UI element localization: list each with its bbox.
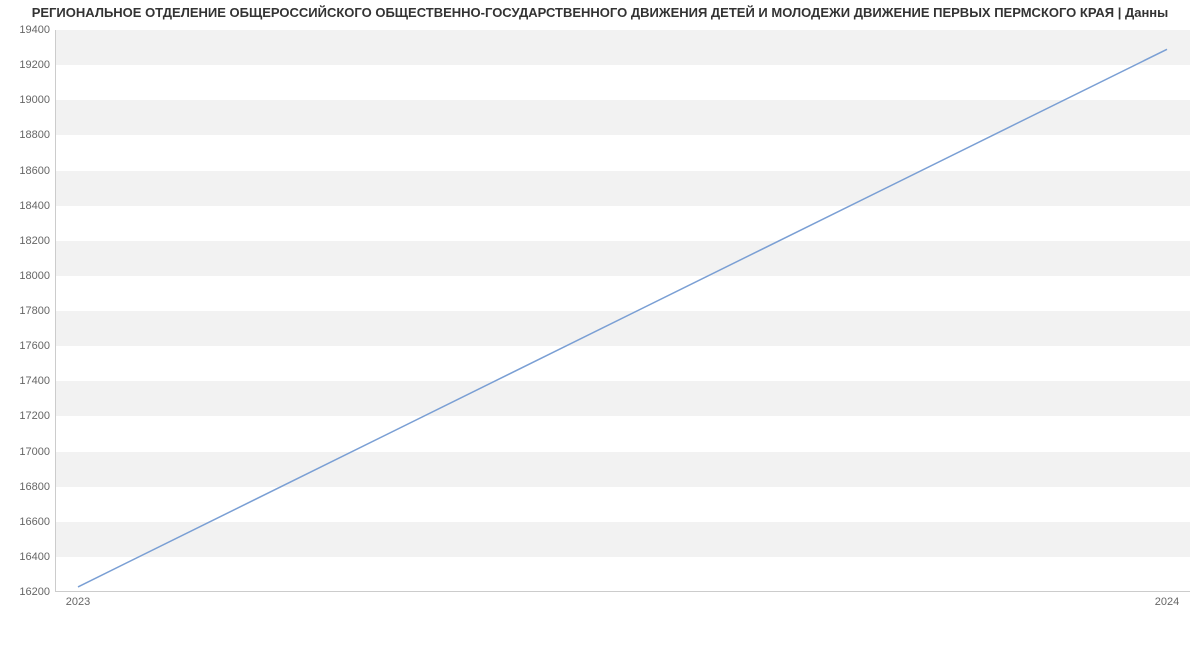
grid-band <box>56 30 1190 65</box>
grid-band <box>56 522 1190 557</box>
y-tick-label: 16800 <box>5 481 50 493</box>
y-tick-label: 19200 <box>5 59 50 71</box>
y-tick-label: 18600 <box>5 165 50 177</box>
y-tick-label: 17200 <box>5 410 50 422</box>
y-tick-label: 17800 <box>5 305 50 317</box>
y-tick-label: 17400 <box>5 375 50 387</box>
chart-title: РЕГИОНАЛЬНОЕ ОТДЕЛЕНИЕ ОБЩЕРОССИЙСКОГО О… <box>0 5 1200 20</box>
y-tick-label: 18400 <box>5 200 50 212</box>
grid-band <box>56 311 1190 346</box>
y-tick-label: 18200 <box>5 235 50 247</box>
y-tick-label: 16600 <box>5 516 50 528</box>
y-tick-label: 19000 <box>5 94 50 106</box>
grid-band <box>56 171 1190 206</box>
x-tick-label: 2023 <box>66 596 90 608</box>
y-tick-label: 19400 <box>5 24 50 36</box>
y-tick-label: 17000 <box>5 446 50 458</box>
y-tick-label: 18000 <box>5 270 50 282</box>
grid-band <box>56 452 1190 487</box>
plot-area <box>55 30 1190 592</box>
y-tick-label: 18800 <box>5 129 50 141</box>
grid-band <box>56 381 1190 416</box>
grid-band <box>56 241 1190 276</box>
chart-container: РЕГИОНАЛЬНОЕ ОТДЕЛЕНИЕ ОБЩЕРОССИЙСКОГО О… <box>0 0 1200 650</box>
x-tick-label: 2024 <box>1155 596 1179 608</box>
grid-band <box>56 100 1190 135</box>
y-tick-label: 17600 <box>5 340 50 352</box>
y-tick-label: 16200 <box>5 586 50 598</box>
y-tick-label: 16400 <box>5 551 50 563</box>
